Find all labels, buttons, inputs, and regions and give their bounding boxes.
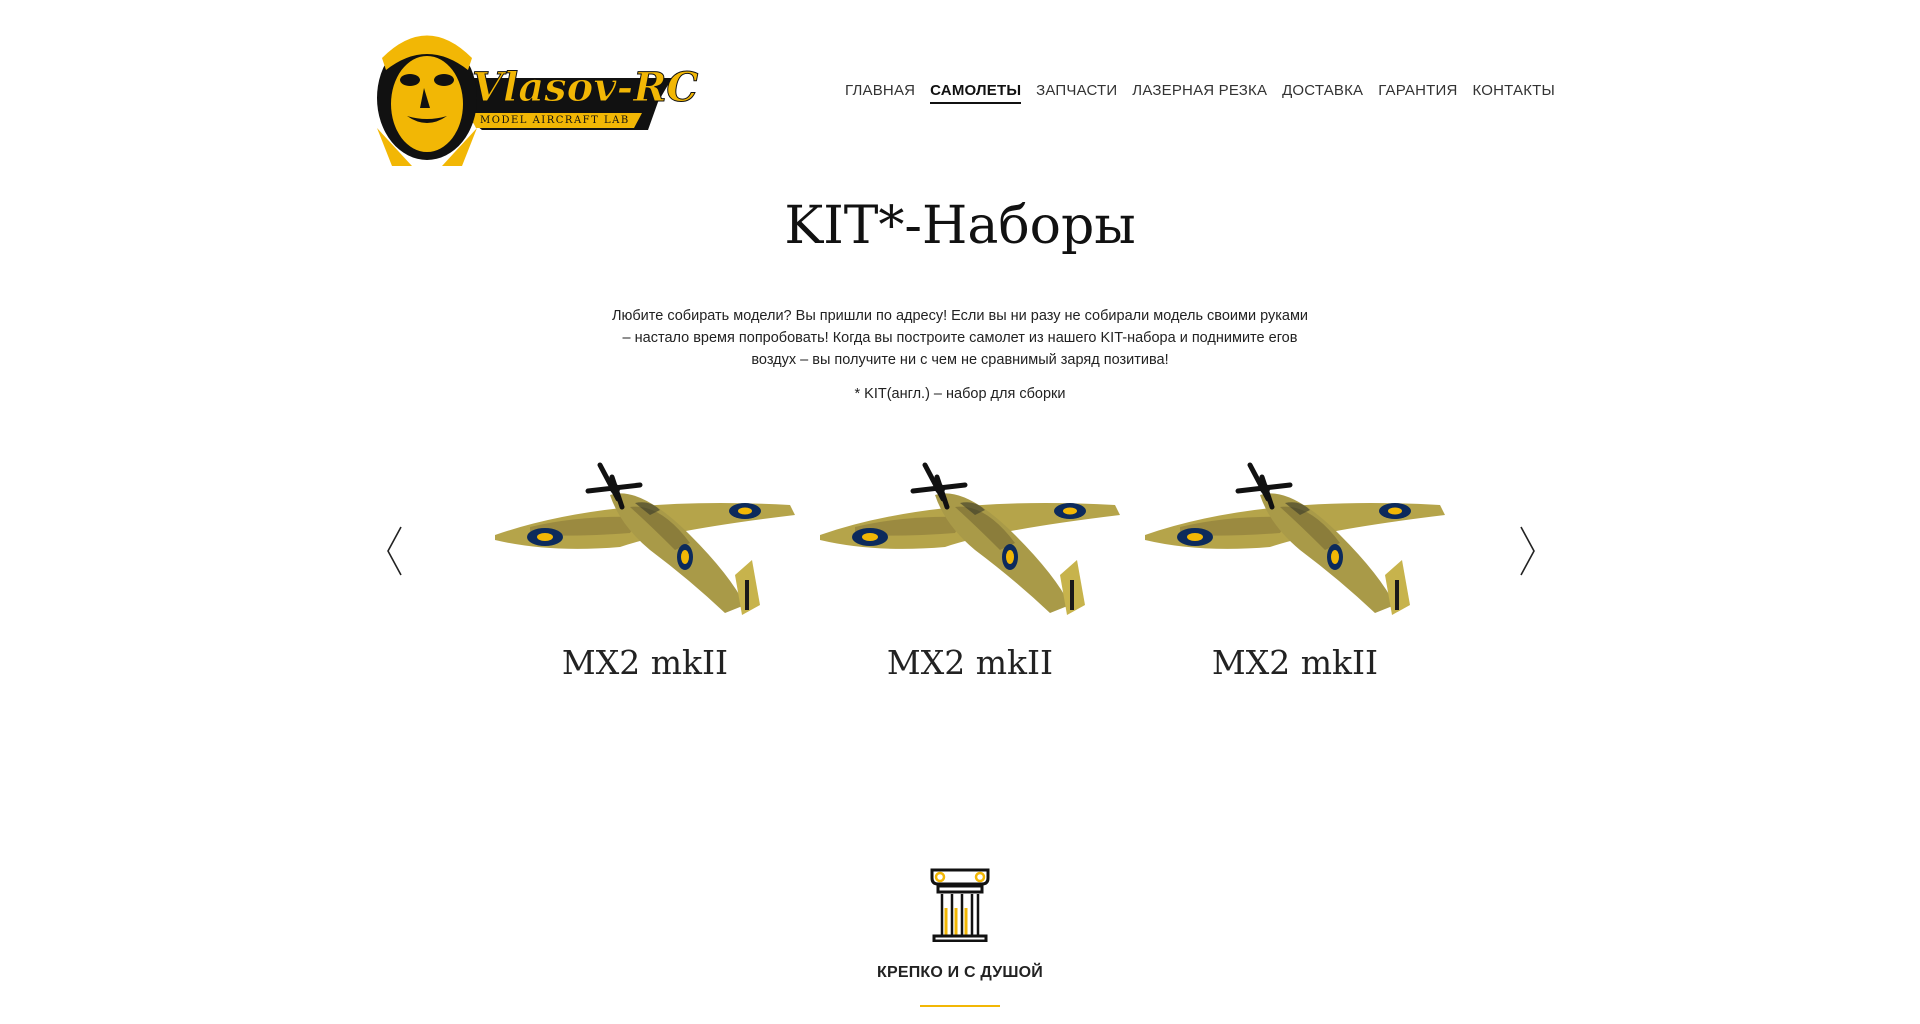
- nav-item-planes[interactable]: САМОЛЕТЫ: [930, 82, 1022, 104]
- column-icon: [928, 864, 992, 943]
- feature-underline: [920, 1005, 1000, 1007]
- product-name: MX2 mkII: [886, 643, 1054, 682]
- main-nav: ГЛАВНАЯ САМОЛЕТЫ ЗАПЧАСТИ ЛАЗЕРНАЯ РЕЗКА…: [845, 82, 1555, 104]
- carousel-next-button[interactable]: [1517, 525, 1537, 577]
- site-logo[interactable]: Vlasov-RC MODEL AIRCRAFT LAB: [372, 18, 699, 166]
- nav-item-parts[interactable]: ЗАПЧАСТИ: [1036, 82, 1117, 104]
- spitfire-plane-image: [495, 462, 795, 615]
- section-intro: Любите собирать модели? Вы пришли по адр…: [611, 308, 1309, 368]
- nav-item-warranty[interactable]: ГАРАНТИЯ: [1378, 82, 1457, 104]
- nav-item-delivery[interactable]: ДОСТАВКА: [1282, 82, 1363, 104]
- section-footnote: * KIT(англ.) – набор для сборки: [854, 386, 1066, 402]
- product-name: MX2 mkII: [1211, 643, 1379, 682]
- chevron-right-icon: [1520, 526, 1535, 576]
- logo-brand-text: Vlasov-RC: [471, 64, 699, 112]
- product-card[interactable]: MX2 mkII: [1135, 455, 1455, 695]
- nav-item-contacts[interactable]: КОНТАКТЫ: [1472, 82, 1555, 104]
- chevron-left-icon: [387, 526, 402, 576]
- product-card[interactable]: MX2 mkII: [810, 455, 1130, 695]
- product-card[interactable]: MX2 mkII: [485, 455, 805, 695]
- carousel-prev-button[interactable]: [385, 525, 405, 577]
- feature-title: КРЕПКО И С ДУШОЙ: [877, 964, 1043, 981]
- nav-item-laser-cutting[interactable]: ЛАЗЕРНАЯ РЕЗКА: [1132, 82, 1267, 104]
- spitfire-plane-image: [1145, 462, 1445, 615]
- product-carousel: MX2 mkII MX2 mkII MX2 mkII: [485, 455, 1455, 695]
- logo-tagline: MODEL AIRCRAFT LAB: [480, 115, 630, 126]
- nav-item-home[interactable]: ГЛАВНАЯ: [845, 82, 915, 104]
- section-title: KIT*-Наборы: [784, 196, 1136, 256]
- spitfire-plane-image: [820, 462, 1120, 615]
- product-name: MX2 mkII: [561, 643, 729, 682]
